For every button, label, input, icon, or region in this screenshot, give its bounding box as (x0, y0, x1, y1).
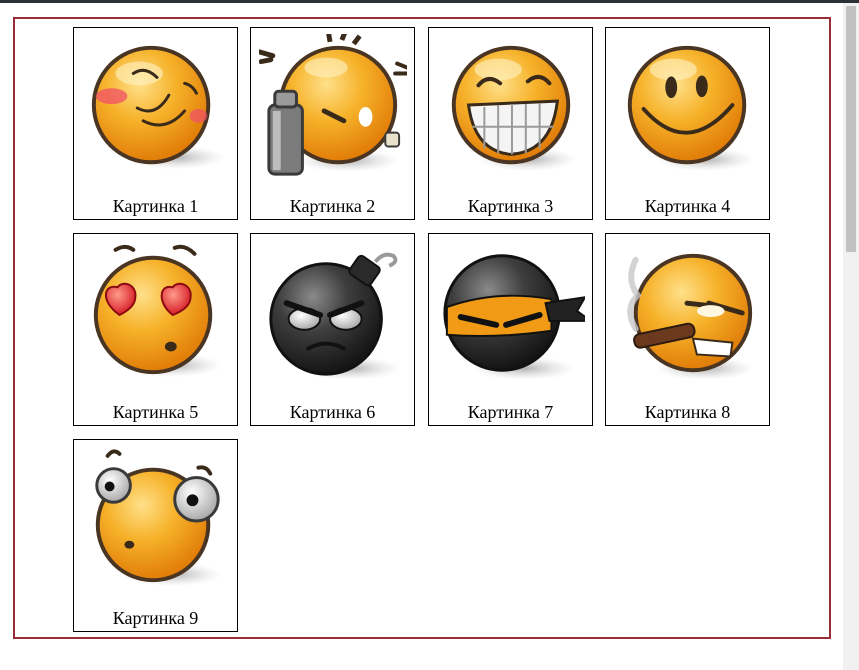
ninja-smiley-icon (443, 254, 585, 381)
cigar-smiley-icon (627, 253, 755, 381)
gallery-item-caption: Картинка 2 (289, 196, 376, 216)
shocked-smiley-icon (95, 449, 223, 587)
browser-top-edge (0, 0, 859, 3)
gallery-item-1[interactable]: Картинка 1 (73, 27, 238, 220)
big-grin-smiley-icon (451, 45, 578, 172)
smile-smiley-icon (627, 45, 755, 172)
graffiti-spray-smiley-icon (259, 34, 407, 176)
gallery-frame: Картинка 1 Картинка 2 Картинка 3 Картинк… (13, 17, 831, 639)
gallery-item-8[interactable]: Картинка 8 (605, 233, 770, 426)
gallery-item-6[interactable]: Картинка 6 (250, 233, 415, 426)
gallery-item-9[interactable]: Картинка 9 (73, 439, 238, 632)
scrollbar-thumb[interactable] (846, 6, 856, 252)
gallery-item-caption: Картинка 5 (112, 402, 199, 422)
gallery-item-5[interactable]: Картинка 5 (73, 233, 238, 426)
gallery-item-2[interactable]: Картинка 2 (250, 27, 415, 220)
gallery-item-7[interactable]: Картинка 7 (428, 233, 593, 426)
gallery-item-caption: Картинка 3 (467, 196, 554, 216)
gallery-item-caption: Картинка 1 (112, 196, 199, 216)
gallery-item-caption: Картинка 9 (112, 608, 199, 628)
gallery-item-3[interactable]: Картинка 3 (428, 27, 593, 220)
angry-bomb-icon (269, 252, 402, 381)
heart-eyes-smiley-icon (93, 244, 223, 378)
blushing-wink-smiley-icon (91, 45, 226, 170)
gallery-item-caption: Картинка 6 (289, 402, 376, 422)
gallery-item-caption: Картинка 4 (644, 196, 731, 216)
gallery-item-caption: Картинка 8 (644, 402, 731, 422)
gallery-item-caption: Картинка 7 (467, 402, 554, 422)
gallery-item-4[interactable]: Картинка 4 (605, 27, 770, 220)
